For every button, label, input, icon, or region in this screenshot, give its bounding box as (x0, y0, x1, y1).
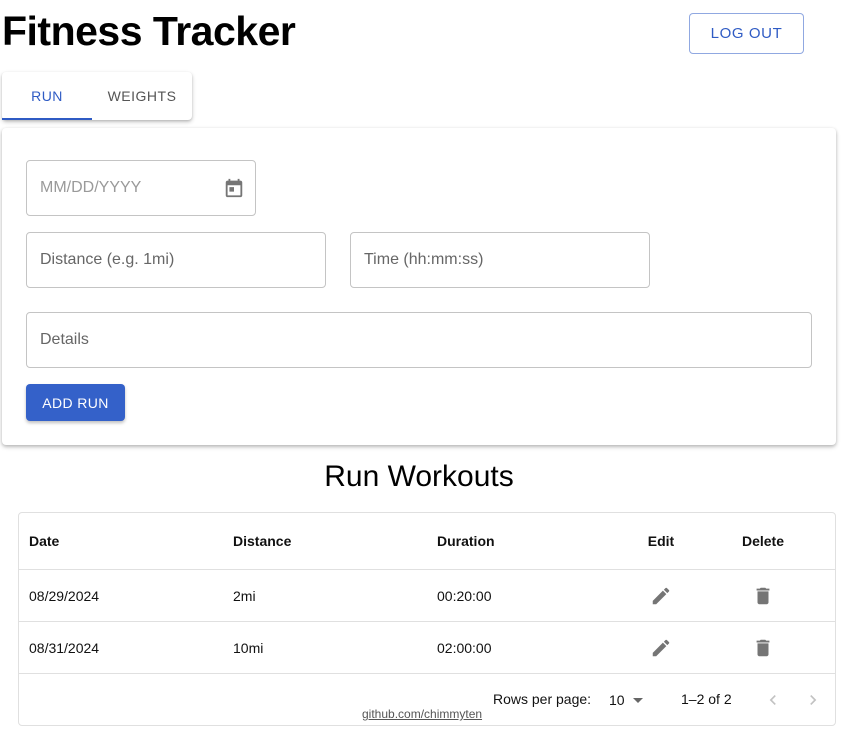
delete-button[interactable] (749, 634, 777, 662)
delete-button[interactable] (749, 582, 777, 610)
logout-button[interactable]: LOG OUT (689, 13, 804, 54)
details-placeholder: Details (40, 331, 89, 348)
next-page-button[interactable] (800, 687, 826, 713)
page-title: Fitness Tracker (2, 8, 296, 54)
edit-button[interactable] (647, 582, 675, 610)
chevron-right-icon (810, 695, 817, 705)
edit-cell (631, 622, 691, 673)
workouts-title: Run Workouts (324, 460, 514, 493)
tab-run[interactable]: RUN (2, 72, 92, 120)
pencil-icon (652, 587, 670, 604)
rows-per-page-value: 10 (609, 692, 625, 708)
time-placeholder: Time (hh:mm:ss) (364, 251, 484, 268)
details-field[interactable]: Details (26, 312, 812, 368)
row-date: 08/29/2024 (29, 587, 100, 604)
github-link[interactable]: github.com/chimmyten (362, 707, 482, 721)
chevron-left-icon (769, 695, 776, 705)
table-row: 08/29/2024 2mi 00:20:00 (19, 570, 835, 622)
distance-placeholder: Distance (e.g. 1mi) (40, 251, 175, 268)
distance-field[interactable]: Distance (e.g. 1mi) (26, 232, 326, 288)
row-date: 08/31/2024 (29, 639, 100, 656)
table-header-row: Date Distance Duration Edit Delete (19, 513, 835, 570)
date-placeholder: MM/DD/YYYY (40, 179, 142, 196)
edit-cell (631, 570, 691, 621)
workouts-table: Date Distance Duration Edit Delete 08/29… (18, 512, 836, 726)
row-distance: 2mi (233, 587, 256, 604)
column-header-duration: Duration (437, 533, 495, 549)
row-distance: 10mi (233, 639, 264, 656)
edit-button[interactable] (647, 634, 675, 662)
rows-per-page-select[interactable]: 10 (609, 689, 643, 711)
trash-icon (756, 639, 770, 656)
trash-icon (756, 587, 770, 604)
delete-cell (733, 570, 793, 621)
tab-weights[interactable]: WEIGHTS (92, 72, 192, 120)
row-duration: 00:20:00 (437, 587, 492, 604)
delete-cell (733, 622, 793, 673)
column-header-distance: Distance (233, 533, 292, 549)
column-header-date: Date (29, 533, 60, 549)
date-field[interactable]: MM/DD/YYYY (26, 160, 256, 216)
column-header-delete: Delete (741, 533, 785, 549)
add-run-form: MM/DD/YYYY Distance (e.g. 1mi) Time (hh:… (2, 128, 836, 445)
pagination-range: 1–2 of 2 (681, 691, 732, 707)
tab-bar: RUN WEIGHTS (2, 72, 192, 120)
rows-per-page-label: Rows per page: (493, 691, 592, 707)
dropdown-arrow-icon (632, 697, 643, 703)
add-run-button[interactable]: ADD RUN (26, 384, 125, 421)
calendar-icon[interactable] (223, 177, 245, 199)
table-row: 08/31/2024 10mi 02:00:00 (19, 622, 835, 674)
previous-page-button[interactable] (760, 687, 786, 713)
time-field[interactable]: Time (hh:mm:ss) (350, 232, 650, 288)
pencil-icon (652, 639, 670, 656)
row-duration: 02:00:00 (437, 639, 492, 656)
column-header-edit: Edit (647, 533, 675, 549)
